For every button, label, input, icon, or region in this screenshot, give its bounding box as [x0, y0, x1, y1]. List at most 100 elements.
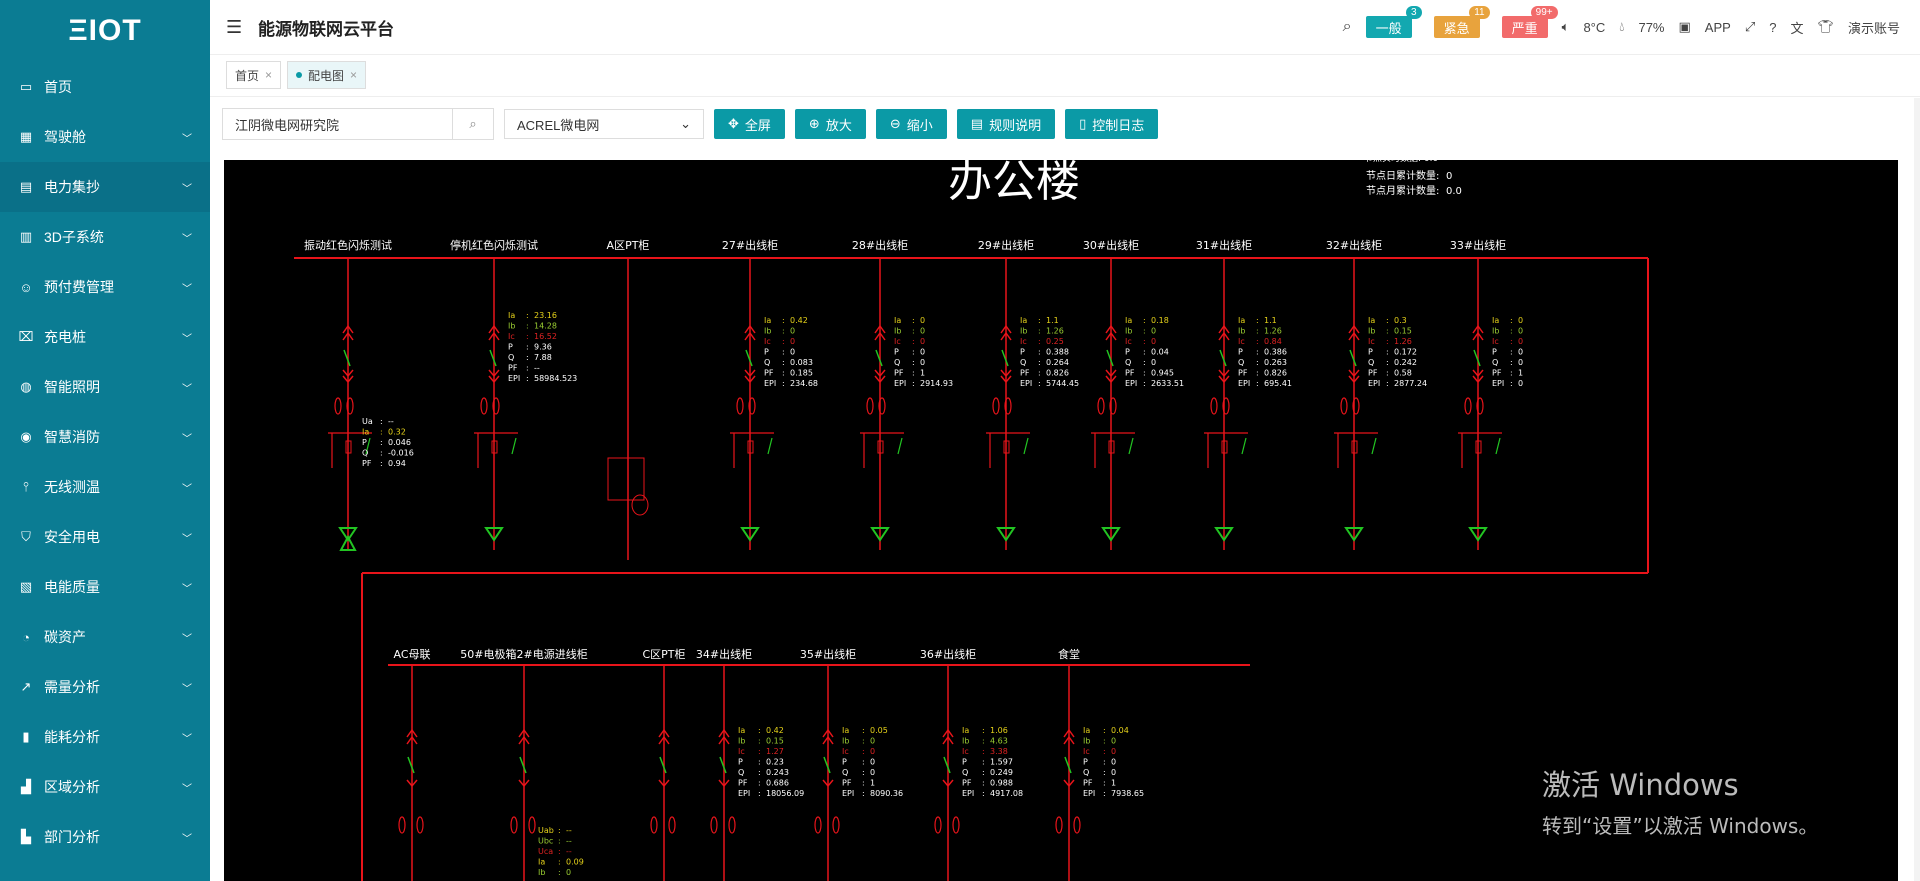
param-value: 0.42 — [790, 316, 808, 325]
toolbar-button[interactable]: ⊕ 放大 — [794, 109, 866, 139]
sidebar-item[interactable]: ▭ 首页 — [0, 62, 210, 112]
param-value: 1.1 — [1046, 316, 1059, 325]
param-value: 0 — [1518, 348, 1523, 357]
param-colon: : — [758, 779, 761, 788]
param-value: 0 — [1518, 379, 1523, 388]
menu-toggle-icon[interactable]: ☰ — [226, 17, 246, 38]
switch-icon — [745, 349, 753, 367]
param-label: P — [842, 758, 847, 767]
param-value: 1.597 — [990, 758, 1013, 767]
humidity-label: 77% — [1638, 19, 1665, 35]
tab[interactable]: 配电图 × — [287, 61, 367, 89]
sidebar-item[interactable]: ◉ 智慧消防 ﹀ — [0, 412, 210, 462]
app-icon[interactable]: ▣ — [1679, 19, 1691, 35]
param-value: 0.23 — [766, 758, 784, 767]
param-colon: : — [1256, 316, 1259, 325]
param-label: PF — [894, 369, 904, 378]
ct-icon — [668, 816, 676, 834]
sidebar-item[interactable]: ◔ 碳资产 ﹀ — [0, 612, 210, 662]
search-input[interactable]: 江阴微电网研究院 — [223, 115, 452, 134]
param-label: EPI — [1083, 789, 1095, 798]
fullscreen-icon[interactable]: ⤢ — [1745, 19, 1755, 35]
param-value: 0 — [1151, 337, 1156, 346]
param-value: 0.826 — [1046, 369, 1069, 378]
sidebar-item[interactable]: ▤ 电力集抄 ﹀ — [0, 162, 210, 212]
feeder-name: C区PT柜 — [642, 648, 685, 661]
param-value: 0.09 — [566, 858, 584, 867]
theme-icon[interactable]: 👕︎ — [1817, 19, 1834, 35]
alarm-badge[interactable]: 一般 3 — [1365, 6, 1422, 38]
sidebar-item[interactable]: ▦ 驾驶舱 ﹀ — [0, 112, 210, 162]
alarm-badge[interactable]: 紧急 11 — [1433, 6, 1490, 38]
alarm-count: 3 — [1406, 6, 1422, 19]
param-value: 0 — [1111, 768, 1116, 777]
switch-icon — [897, 437, 903, 455]
param-colon: : — [1143, 369, 1146, 378]
feeder-name: 31#出线柜 — [1196, 238, 1252, 252]
fire-icon: ◉ — [20, 429, 32, 444]
param-value: 0.15 — [766, 737, 784, 746]
alarm-label: 一般 — [1375, 20, 1402, 36]
param-label: Ic — [1125, 337, 1132, 346]
search-button-icon[interactable]: ⌕ — [452, 109, 493, 139]
param-value: 0.32 — [388, 428, 406, 437]
sidebar-item[interactable]: ▙ 部门分析 ﹀ — [0, 812, 210, 862]
stat-value: 0.0 — [1446, 186, 1462, 197]
sidebar-item[interactable]: ▥ 3D子系统 ﹀ — [0, 212, 210, 262]
sidebar-item[interactable]: ▟ 区域分析 ﹀ — [0, 762, 210, 812]
param-value: 0.242 — [1394, 358, 1417, 367]
param-colon: : — [1510, 348, 1513, 357]
account-name[interactable]: 演示账号 — [1848, 18, 1900, 37]
param-colon: : — [380, 438, 383, 447]
sidebar-item[interactable]: ▧ 电能质量 ﹀ — [0, 562, 210, 612]
alarm-badge[interactable]: 严重 99+ — [1501, 6, 1558, 38]
param-value: 5744.45 — [1046, 379, 1079, 388]
toolbar-button[interactable]: ▯ 控制日志 — [1065, 109, 1159, 139]
language-icon[interactable]: 文 — [1790, 18, 1803, 37]
grid-select[interactable]: ACREL微电网 ⌄ — [504, 109, 704, 139]
param-colon: : — [1386, 316, 1389, 325]
param-label: EPI — [764, 379, 776, 388]
zoom-in-icon: ⊕ — [808, 116, 820, 131]
sidebar-item[interactable]: ▮ 能耗分析 ﹀ — [0, 712, 210, 762]
param-colon: : — [1038, 327, 1041, 336]
page-scrollbar[interactable] — [1914, 98, 1920, 881]
chevron-down-icon: ﹀ — [182, 783, 192, 795]
param-colon: : — [982, 737, 985, 746]
close-icon[interactable]: × — [265, 68, 272, 82]
toolbar-button[interactable]: ⊖ 缩小 — [875, 109, 947, 139]
param-label: PF — [362, 459, 372, 468]
sidebar-item[interactable]: ⌧ 充电桩 ﹀ — [0, 312, 210, 362]
app-logo[interactable]: ΞIOT — [0, 0, 210, 62]
sidebar-item[interactable]: ☺ 预付费管理 ﹀ — [0, 262, 210, 312]
param-value: 4917.08 — [990, 789, 1023, 798]
stat-label: 节点日累计数量: — [1366, 169, 1439, 182]
toolbar-button[interactable]: ✥ 全屏 — [714, 109, 785, 139]
param-value: 0 — [920, 348, 925, 357]
sound-icon[interactable]: 🔈︎ — [1562, 19, 1570, 35]
switch-icon — [767, 437, 773, 455]
help-icon[interactable]: ? — [1769, 20, 1776, 35]
param-colon: : — [982, 726, 985, 735]
param-colon: : — [1143, 316, 1146, 325]
param-colon: : — [1510, 337, 1513, 346]
param-label: EPI — [894, 379, 906, 388]
toolbar-button[interactable]: ▤ 规则说明 — [956, 109, 1056, 139]
tab[interactable]: 首页 × — [226, 61, 282, 89]
feeder-name: 50#电极箱2#电源进线柜 — [460, 647, 587, 661]
param-value: 0.185 — [790, 369, 813, 378]
param-label: P — [1125, 348, 1130, 357]
sidebar-item[interactable]: ◍ 智能照明 ﹀ — [0, 362, 210, 412]
switch-icon — [719, 756, 727, 774]
search-icon[interactable]: ⌕ — [1343, 18, 1352, 36]
param-colon: : — [1103, 789, 1106, 798]
sidebar-item[interactable]: ↗ 需量分析 ﹀ — [0, 662, 210, 712]
sidebar-item-label: 电能质量 — [44, 579, 100, 595]
param-colon: : — [1256, 348, 1259, 357]
app-link[interactable]: APP — [1705, 20, 1731, 35]
close-icon[interactable]: × — [350, 68, 357, 82]
sidebar-item[interactable]: ⛉ 安全用电 ﹀ — [0, 512, 210, 562]
param-label: P — [738, 758, 743, 767]
param-value: 0.988 — [990, 779, 1013, 788]
sidebar-item[interactable]: ⫯ 无线测温 ﹀ — [0, 462, 210, 512]
